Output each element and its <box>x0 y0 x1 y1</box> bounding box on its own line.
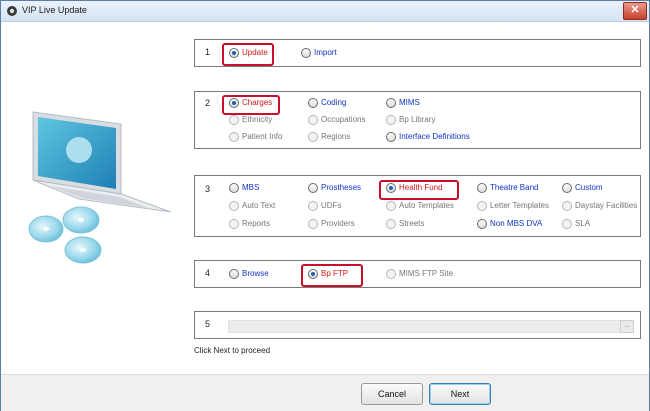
section-1-mode: 1 Update Import <box>194 39 641 67</box>
radio-button <box>308 132 318 142</box>
radio-button <box>562 219 572 229</box>
radio-button <box>229 98 239 108</box>
radio-label: Reports <box>242 219 271 228</box>
radio-button <box>477 183 487 193</box>
radio-button <box>308 201 318 211</box>
radio-label: Streets <box>399 219 425 228</box>
laptop-cd-illustration <box>28 111 172 264</box>
radio-label: SLA <box>575 219 591 228</box>
radio-label: Regions <box>321 132 351 141</box>
radio-button <box>562 183 572 193</box>
radio-button <box>308 115 318 125</box>
section-3-item: 3 MBS Prostheses Health Fund Theatre Ban… <box>194 175 641 237</box>
radio-label: Coding <box>321 98 347 107</box>
radio-label: Bp Library <box>399 115 436 124</box>
radio-label: Prostheses <box>321 183 362 192</box>
radio-label: MIMS <box>399 98 420 107</box>
section-5-progress: 5 ... <box>194 311 641 339</box>
section-number: 2 <box>205 98 211 108</box>
radio-button <box>477 219 487 229</box>
radio-label: Ethnicity <box>242 115 273 124</box>
radio-label: Letter Templates <box>490 201 549 210</box>
radio-button <box>308 183 318 193</box>
radio-button <box>229 269 239 279</box>
radio-button <box>386 98 396 108</box>
radio-button <box>229 48 239 58</box>
radio-label: MIMS FTP Site <box>399 269 454 278</box>
ellipsis-button[interactable]: ... <box>620 320 634 333</box>
radio-label: MBS <box>242 183 260 192</box>
cancel-button[interactable]: Cancel <box>361 383 423 405</box>
section-4-source: 4 Browse Bp FTP MIMS FTP Site <box>194 260 641 288</box>
radio-label: Non MBS DVA <box>490 219 543 228</box>
radio-label: Providers <box>321 219 355 228</box>
section-number: 4 <box>205 268 211 278</box>
radio-label: Patient Info <box>242 132 283 141</box>
vip-live-update-window: VIP Live Update ✕ 1 Update Import 2 Char… <box>0 0 650 411</box>
section-number: 5 <box>205 319 211 329</box>
radio-label: Daystay Facilities <box>575 201 638 210</box>
radio-button <box>301 48 311 58</box>
radio-button <box>308 219 318 229</box>
close-button[interactable]: ✕ <box>623 2 647 20</box>
radio-button <box>386 132 396 142</box>
radio-label: Theatre Band <box>490 183 539 192</box>
instruction-text: Click Next to proceed <box>194 346 271 355</box>
radio-label: Auto Text <box>242 201 276 210</box>
radio-button <box>386 219 396 229</box>
button-bar: Cancel Next <box>1 374 649 411</box>
radio-button <box>477 201 487 211</box>
radio-label: Custom <box>575 183 603 192</box>
app-icon <box>7 6 17 16</box>
radio-label: Health Fund <box>399 183 443 192</box>
radio-label: Update <box>242 48 268 57</box>
radio-button <box>386 201 396 211</box>
wizard-body: 1 Update Import 2 Charges Coding MIMS Et… <box>1 22 649 374</box>
radio-label: Bp FTP <box>321 269 349 278</box>
section-number: 1 <box>205 47 211 57</box>
radio-label: UDFs <box>321 201 342 210</box>
radio-button <box>562 201 572 211</box>
radio-button <box>386 269 396 279</box>
radio-button <box>308 98 318 108</box>
radio-button <box>229 132 239 142</box>
radio-button <box>229 115 239 125</box>
section-2-category: 2 Charges Coding MIMS Ethnicity Occupati… <box>194 91 641 149</box>
radio-label: Charges <box>242 98 273 107</box>
radio-button <box>229 201 239 211</box>
radio-label: Browse <box>242 269 269 278</box>
next-button[interactable]: Next <box>429 383 491 405</box>
section-number: 3 <box>205 184 211 194</box>
radio-label: Import <box>314 48 337 57</box>
title-bar: VIP Live Update ✕ <box>1 1 649 22</box>
radio-label: Occupations <box>321 115 366 124</box>
radio-button <box>308 269 318 279</box>
window-title: VIP Live Update <box>22 5 87 15</box>
radio-label: Auto Templates <box>399 201 454 210</box>
progress-bar <box>228 320 622 333</box>
radio-button <box>386 183 396 193</box>
radio-button <box>386 115 396 125</box>
radio-button <box>229 219 239 229</box>
radio-label: Interface Definitions <box>399 132 470 141</box>
radio-button <box>229 183 239 193</box>
